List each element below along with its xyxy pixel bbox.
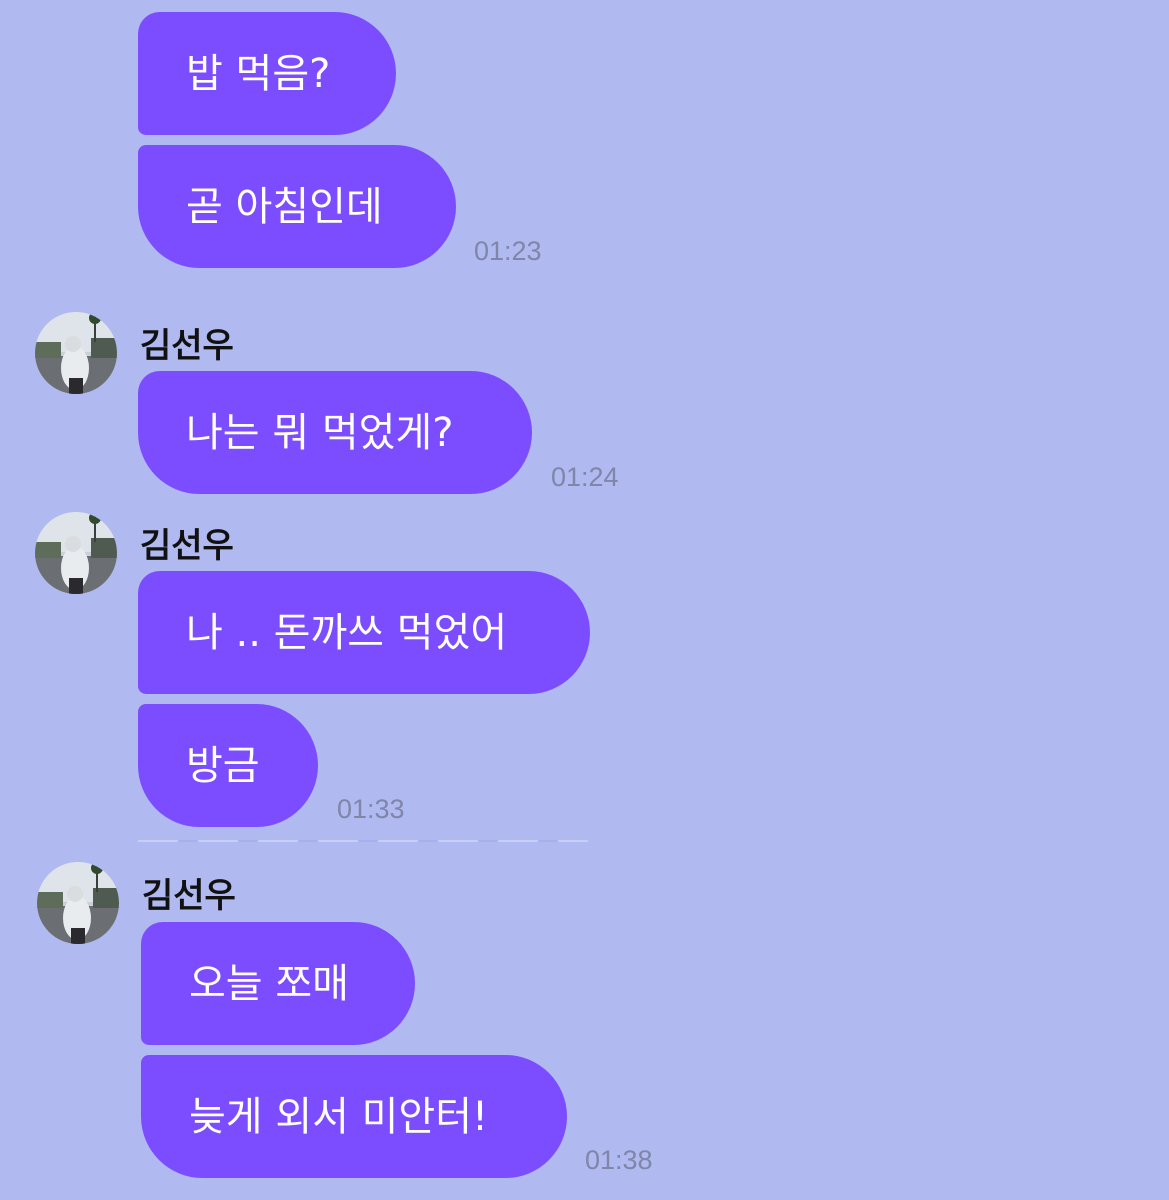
message-text: 곧 아침인데 [186, 183, 383, 230]
message-timestamp: 01:38 [585, 1145, 653, 1175]
sender-name: 김선우 [140, 526, 234, 566]
message-bubble[interactable]: 나는 뭐 먹었게? [138, 371, 532, 494]
message-text: 방금 [186, 742, 260, 789]
avatar[interactable] [35, 512, 117, 594]
message-timestamp: 01:33 [337, 794, 405, 824]
divider [138, 840, 588, 842]
message-text: 나는 뭐 먹었게? [186, 409, 454, 456]
avatar[interactable] [35, 312, 117, 394]
message-text: 늦게 외서 미안터! [189, 1093, 489, 1140]
message-bubble[interactable]: 늦게 외서 미안터! [141, 1055, 567, 1178]
message-bubble[interactable]: 나 .. 돈까쓰 먹었어 [138, 571, 590, 694]
message-bubble[interactable]: 방금 [138, 704, 318, 827]
profile-photo-avatar-icon [37, 862, 119, 944]
message-bubble[interactable]: 곧 아침인데 [138, 145, 456, 268]
message-text: 나 .. 돈까쓰 먹었어 [186, 609, 508, 656]
message-timestamp: 01:24 [551, 462, 619, 492]
message-bubble[interactable]: 오늘 쪼매 [141, 922, 415, 1045]
message-text: 밥 먹음? [186, 50, 331, 97]
avatar[interactable] [37, 862, 119, 944]
message-timestamp: 01:23 [474, 236, 542, 266]
sender-name: 김선우 [140, 326, 234, 366]
profile-photo-avatar-icon [35, 512, 117, 594]
sender-name: 김선우 [142, 876, 236, 916]
message-text: 오늘 쪼매 [189, 960, 349, 1007]
profile-photo-avatar-icon [35, 312, 117, 394]
message-bubble[interactable]: 밥 먹음? [138, 12, 396, 135]
